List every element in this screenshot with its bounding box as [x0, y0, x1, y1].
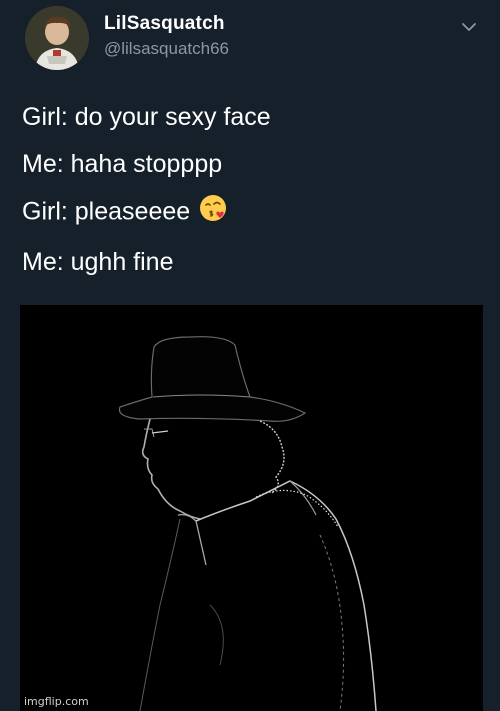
kiss-face-emoji-icon — [198, 193, 228, 229]
tweet-line-text: Me: haha stopppp — [22, 150, 223, 178]
tweet-header: LilSasquatch @lilsasquatch66 — [20, 2, 480, 80]
avatar-image — [25, 6, 89, 70]
tweet-line-1: Girl: do your sexy face — [22, 103, 482, 131]
imgflip-watermark: imgflip.com — [24, 695, 89, 708]
tweet-line-text: Girl: do your sexy face — [22, 103, 271, 131]
avatar[interactable] — [25, 6, 89, 70]
tweet-line-text: Me: ughh fine — [22, 248, 174, 276]
display-name[interactable]: LilSasquatch — [104, 12, 229, 36]
user-handle[interactable]: @lilsasquatch66 — [104, 38, 229, 60]
tweet-line-2: Me: haha stopppp — [22, 150, 482, 178]
silhouette-image — [20, 305, 483, 711]
tweet-line-3: Girl: pleaseeee — [22, 195, 482, 229]
tweet-card: LilSasquatch @lilsasquatch66 Girl: do yo… — [0, 0, 500, 711]
tweet-line-4: Me: ughh fine — [22, 248, 482, 276]
user-info: LilSasquatch @lilsasquatch66 — [104, 12, 229, 60]
tweet-image[interactable]: imgflip.com — [20, 305, 483, 711]
chevron-down-icon[interactable] — [458, 16, 480, 38]
tweet-text: Girl: do your sexy face Me: haha stopppp… — [22, 103, 482, 295]
tweet-line-text: Girl: pleaseeee — [22, 197, 191, 226]
